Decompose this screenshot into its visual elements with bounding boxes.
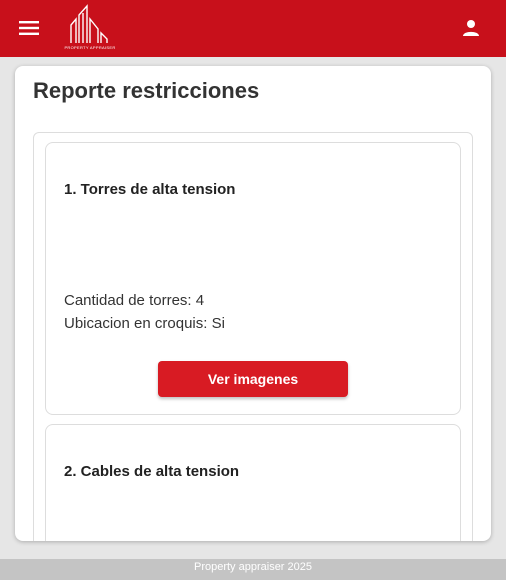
restriction-item-1: 1. Torres de alta tension Cantidad de to…	[45, 142, 461, 415]
item-title: 2. Cables de alta tension	[64, 463, 240, 480]
restrictions-list[interactable]: 1. Torres de alta tension Cantidad de to…	[33, 132, 473, 541]
property-appraiser-logo[interactable]: PROPERTY APPRAISER	[62, 3, 118, 51]
page-title: Reporte restricciones	[33, 78, 260, 103]
person-icon	[463, 20, 479, 36]
footer: Property appraiser 2025	[0, 559, 506, 580]
towers-count-text: Cantidad de torres: 4	[64, 292, 205, 309]
report-card: Reporte restricciones 1. Torres de alta …	[15, 66, 491, 541]
menu-icon	[19, 21, 39, 35]
top-app-bar: PROPERTY APPRAISER	[0, 0, 506, 57]
user-account-button[interactable]	[457, 14, 485, 42]
logo-text: PROPERTY APPRAISER	[64, 45, 115, 50]
footer-text: Property appraiser 2025	[193, 561, 312, 573]
item-title: 1. Torres de alta tension	[64, 181, 236, 198]
sketch-location-text: Ubicacion en croquis: Si	[64, 315, 225, 332]
restriction-item-2: 2. Cables de alta tension	[45, 424, 461, 541]
view-images-button[interactable]: Ver imagenes	[158, 361, 348, 397]
menu-button[interactable]	[15, 14, 43, 42]
building-logo-icon: PROPERTY APPRAISER	[64, 4, 115, 50]
